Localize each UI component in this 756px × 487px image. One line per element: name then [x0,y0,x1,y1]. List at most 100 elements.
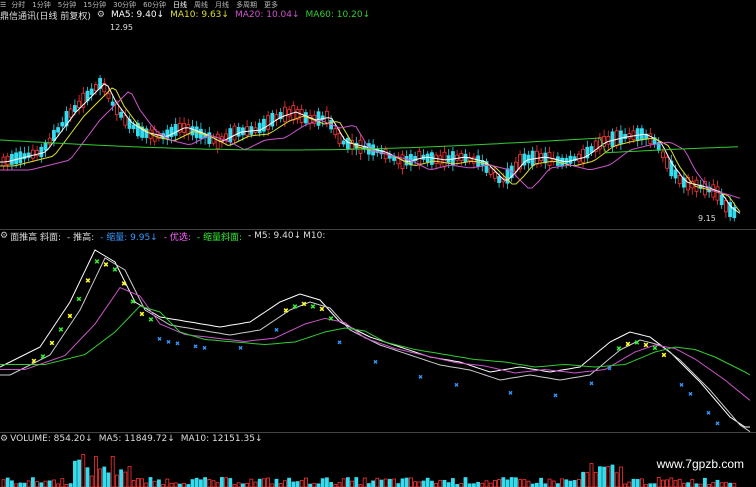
candle-body [450,151,455,166]
marker-icon: ✖ [40,353,46,361]
marker-icon: ✖ [166,339,171,346]
volume-bar [194,477,199,487]
volume-bar [522,479,527,487]
volume-bar [320,478,325,487]
volume-bar [602,466,606,487]
volume-bar [135,478,140,487]
candle-body [89,88,94,95]
indicator-name[interactable]: 面推高 斜面: [10,230,61,243]
volume-bar [564,479,569,487]
volume-bar [669,477,674,487]
candle-body [186,124,191,135]
volume-bar [463,477,468,487]
volume-bar [677,478,682,487]
candle-body [581,148,585,163]
indicator-svg[interactable]: ✖✖✖✖✖✖✖✖ ✖✖✖✖✖✖✖ ✖ ✖ ✖ ✖ ✖✖✖ ✖ ✖ ✖ ✖✖✖✖✖✖✖ ✖✖✖✖✖ ✖ ✖ ✖… [0,242,756,432]
candle-body [535,150,539,165]
volume-bar [711,481,716,487]
volume-bar [299,480,304,487]
volume-bar [203,477,208,487]
volume-bar [266,477,271,487]
stock-title[interactable]: 鼎信通讯(日线 前复权) [0,9,91,22]
high-price-label: 12.95 [110,23,133,32]
volume-bar [421,480,426,487]
volume-bar [165,478,170,487]
marker-icon: ✖ [589,381,594,388]
volume-bar [589,463,594,487]
volume-bar [581,471,585,487]
ma10-line [0,87,741,213]
marker-icon: ✖ [634,339,640,347]
candle-body [476,155,481,167]
candle-body [434,154,439,164]
candle-body [266,115,271,130]
candle-body [530,150,535,166]
candlestick-chart[interactable]: 12.95 9.15 [0,22,756,227]
volume-bar [514,477,518,487]
marker-icon: ✖ [292,303,298,311]
volume-bar [98,468,102,487]
marker-icon: ✖ [157,336,162,343]
candle-body [52,129,56,141]
volume-bar [476,481,481,487]
marker-icon: ✖ [112,266,118,274]
volume-bar [278,483,283,487]
volume-bar [438,479,443,487]
candle-body [556,156,560,166]
candle-body [94,84,98,92]
candle-body [526,154,531,164]
volume-bar [535,482,539,487]
candle-body [425,153,430,163]
candle-body [257,122,262,134]
marker-icon: ✖ [76,296,82,304]
volume-bar [619,466,623,487]
candle-body [341,140,346,145]
candle-body [463,153,468,163]
volume-bar [89,475,94,487]
indicator-icon[interactable]: ⚙ [0,231,8,241]
indicator-chart[interactable]: ✖ ✖ ✖ ✖ ✖ ✖ ✖ ✖ ✖ ✖ ✖ ✖ ✖ ✖ ✖ ✖ ✖ ✖ ✖ ✖ ✖ ✖ ✖ ✖ ✖ ✖ ✖ ✖ ✖ ✖ ✖ ✖ ✖ ✖ ✖ ✖ ✖ ✖ ✖ ✖… [0,242,756,432]
volume-bar [719,482,724,487]
volume-bar [547,478,552,487]
suoliang-xiemian-value: - 缩量斜面: [196,232,243,243]
tuigao-value: - 推高: [66,232,95,243]
volume-bar [329,482,334,487]
candle-body [673,169,678,179]
volume-chart[interactable] [0,445,756,487]
candle-body [610,131,615,148]
marker-icon: ✖ [652,345,658,353]
volume-bar [627,481,632,487]
volume-bar [593,471,598,487]
candle-body [18,151,23,164]
candle-body [547,152,552,166]
volume-bar [492,479,497,487]
volume-bar [287,477,292,487]
volume-bar [631,478,636,487]
candle-body [119,111,123,118]
candle-body [619,130,623,144]
volume-bar [429,480,434,487]
gear-icon[interactable]: ⚙ [97,10,105,20]
volume-bar [106,472,111,487]
candle-body [543,152,548,164]
volume-bar [526,480,531,487]
volume-icon[interactable]: ⚙ [0,434,8,444]
volume-bar [253,481,258,487]
volume-bar [480,482,485,487]
candle-body [60,122,65,127]
marker-icon: ✖ [238,345,243,352]
candle-body [68,108,73,118]
volume-bar [60,478,65,487]
volume-bar [350,480,355,487]
candle-body [345,137,350,150]
youxuan-value: - 优选: [163,232,191,243]
candlestick-svg[interactable] [0,22,756,227]
candle-body [131,124,136,130]
volume-bar [245,482,250,487]
candle-body [110,101,115,106]
ma10-value: MA10: 9.63↓ [170,10,229,20]
volume-bar [434,482,439,487]
volume-bar [119,469,123,487]
volume-svg[interactable] [0,445,756,487]
volume-bar [366,483,371,487]
